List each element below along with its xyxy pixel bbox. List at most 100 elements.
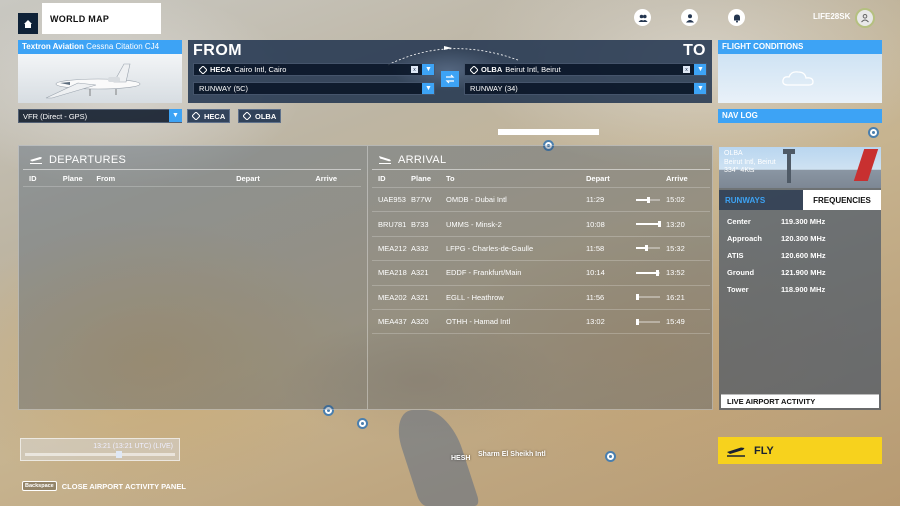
close-panel-hint[interactable]: Backspace CLOSE AIRPORT ACTIVITY PANEL bbox=[22, 481, 186, 491]
flight-id: MEA218 bbox=[378, 268, 407, 278]
arrival-title: ARRIVAL bbox=[398, 153, 447, 166]
map-label-hesh[interactable]: HESH bbox=[451, 455, 470, 463]
column-id: ID bbox=[378, 174, 386, 183]
table-row[interactable]: MEA212 A332 LFPG - Charles-de-Gaulle 11:58 1… bbox=[372, 237, 710, 262]
arrival-table-header: ID Plane To Depart Arrive bbox=[372, 170, 710, 188]
progress-plane-marker bbox=[636, 318, 639, 325]
flight-progress bbox=[636, 317, 666, 327]
departures-title: DEPARTURES bbox=[49, 153, 127, 166]
from-label: FROM bbox=[193, 42, 243, 59]
airport-marker[interactable] bbox=[357, 418, 368, 429]
waypoint-chip-arrival[interactable]: OLBA bbox=[238, 109, 282, 123]
route-panel: FROM TO HECA Cairo Intl, Cairo x ▼ RUNWAY… bbox=[188, 40, 712, 103]
frequency-item: Tower 118.900 MHz bbox=[719, 281, 881, 298]
destination: EDDF - Frankfurt/Main bbox=[446, 268, 522, 278]
frequency-name: Approach bbox=[727, 234, 763, 243]
airport-name: Beirut Intl, Beirut bbox=[724, 158, 776, 166]
chevron-down-icon[interactable]: ▼ bbox=[422, 64, 434, 75]
arrive-time: 13:20 bbox=[666, 219, 685, 229]
chevron-down-icon[interactable]: ▼ bbox=[422, 83, 434, 94]
aircraft-maker: Textron Aviation bbox=[22, 42, 84, 51]
info-icon[interactable]: x bbox=[683, 66, 690, 73]
column-to: To bbox=[446, 174, 455, 183]
departure-icao: HECA bbox=[210, 65, 232, 74]
time-slider[interactable]: 13:21 (13:21 UTC) (LIVE) bbox=[20, 438, 180, 461]
flight-progress bbox=[636, 219, 666, 229]
column-plane: Plane bbox=[62, 174, 83, 183]
jet-icon bbox=[45, 63, 141, 99]
flight-id: MEA202 bbox=[378, 292, 407, 302]
profile-icon[interactable] bbox=[681, 9, 698, 26]
arrive-time: 16:21 bbox=[666, 292, 685, 302]
swap-airports-button[interactable] bbox=[441, 71, 459, 87]
to-label: TO bbox=[683, 42, 706, 59]
info-icon[interactable]: x bbox=[411, 66, 418, 73]
table-row[interactable]: BRU781 B733 UMMS - Minsk-2 10:08 13:20 bbox=[372, 212, 710, 237]
tab-runways[interactable]: RUNWAYS bbox=[719, 190, 803, 210]
frequency-name: ATIS bbox=[727, 251, 744, 260]
table-row[interactable]: MEA437 A320 OTHH - Hamad Intl 13:02 15:49 bbox=[372, 310, 710, 335]
time-track[interactable] bbox=[25, 453, 175, 456]
control-tower-graphic bbox=[783, 149, 795, 183]
flight-progress bbox=[636, 268, 666, 278]
flight-type-select[interactable]: VFR (Direct - GPS) ▼ bbox=[18, 109, 182, 123]
flight-conditions-panel[interactable]: FLIGHT CONDITIONS bbox=[718, 40, 882, 103]
plane-type: B733 bbox=[411, 219, 429, 229]
waypoint-label: OLBA bbox=[255, 111, 277, 121]
table-row[interactable]: MEA218 A321 EDDF - Frankfurt/Main 10:14 13:5… bbox=[372, 261, 710, 286]
avatar[interactable] bbox=[855, 8, 875, 28]
frequency-item: Ground 121.900 MHz bbox=[719, 264, 881, 281]
column-depart: Depart bbox=[236, 174, 260, 183]
tab-world-map[interactable]: WORLD MAP bbox=[42, 3, 161, 34]
fly-button[interactable]: FLY bbox=[718, 437, 882, 464]
plane-icon bbox=[444, 46, 452, 50]
aircraft-title: Textron Aviation Cessna Citation CJ4 bbox=[18, 40, 182, 54]
flight-progress bbox=[636, 292, 666, 302]
airport-marker[interactable] bbox=[868, 127, 879, 138]
chevron-down-icon[interactable]: ▼ bbox=[169, 109, 182, 122]
aircraft-selector[interactable]: Textron Aviation Cessna Citation CJ4 bbox=[18, 40, 182, 103]
airport-photo: OLBA Beirut Intl, Beirut 334° 4Kts bbox=[719, 147, 881, 188]
plane-type: A321 bbox=[411, 292, 429, 302]
arrival-runway-field[interactable]: RUNWAY (34) ▼ bbox=[464, 82, 707, 95]
waypoint-icon bbox=[243, 112, 251, 120]
arrive-time: 15:32 bbox=[666, 243, 685, 253]
close-panel-label: CLOSE AIRPORT ACTIVITY PANEL bbox=[61, 481, 186, 491]
aircraft-model: Cessna Citation CJ4 bbox=[86, 42, 160, 51]
departure-runway: RUNWAY (5C) bbox=[199, 84, 249, 93]
home-button[interactable] bbox=[18, 13, 38, 34]
live-airport-activity-button[interactable]: LIVE AIRPORT ACTIVITY bbox=[721, 394, 879, 408]
chevron-down-icon[interactable]: ▼ bbox=[694, 83, 706, 94]
arrival-name: Beirut Intl, Beirut bbox=[505, 65, 561, 74]
destination: UMMS - Minsk-2 bbox=[446, 219, 502, 229]
progress-fill bbox=[636, 271, 658, 274]
tab-frequencies[interactable]: FREQUENCIES bbox=[803, 190, 881, 210]
airport-marker[interactable] bbox=[605, 451, 616, 462]
flight-id: MEA212 bbox=[378, 243, 407, 253]
backspace-key-icon: Backspace bbox=[22, 481, 57, 491]
chevron-down-icon[interactable]: ▼ bbox=[694, 64, 706, 75]
time-slider-handle[interactable] bbox=[115, 451, 122, 458]
departure-runway-field[interactable]: RUNWAY (5C) ▼ bbox=[193, 82, 435, 95]
time-readout: 13:21 (13:21 UTC) (LIVE) bbox=[93, 443, 173, 450]
arrive-time: 15:49 bbox=[666, 317, 685, 327]
nav-log-button[interactable]: NAV LOG bbox=[718, 109, 882, 123]
table-row[interactable]: UAE953 B77W OMDB - Dubai Intl 11:29 15:02 bbox=[372, 188, 710, 213]
frequency-item: ATIS 120.600 MHz bbox=[719, 247, 881, 264]
plane-type: A320 bbox=[411, 317, 429, 327]
arrival-icao: OLBA bbox=[481, 65, 503, 74]
progress-plane-marker bbox=[647, 196, 651, 203]
depart-time: 11:29 bbox=[586, 195, 605, 205]
notifications-icon[interactable] bbox=[728, 9, 745, 26]
departure-airport-field[interactable]: HECA Cairo Intl, Cairo x ▼ bbox=[193, 63, 435, 76]
username[interactable]: LIFE28SK bbox=[813, 12, 850, 21]
table-row[interactable]: MEA202 A321 EGLL - Heathrow 11:56 16:21 bbox=[372, 286, 710, 310]
waypoint-chip-departure[interactable]: HECA bbox=[187, 109, 231, 123]
map-label-sharm[interactable]: Sharm El Sheikh Intl bbox=[478, 451, 548, 459]
arrival-airport-field[interactable]: OLBA Beirut Intl, Beirut x ▼ bbox=[464, 63, 707, 76]
friends-icon[interactable] bbox=[634, 9, 651, 26]
destination: LFPG - Charles-de-Gaulle bbox=[446, 243, 534, 253]
progress-plane-marker bbox=[658, 221, 661, 228]
departures-section: DEPARTURES ID Plane From Depart Arrive bbox=[19, 146, 365, 409]
takeoff-icon bbox=[727, 447, 745, 457]
